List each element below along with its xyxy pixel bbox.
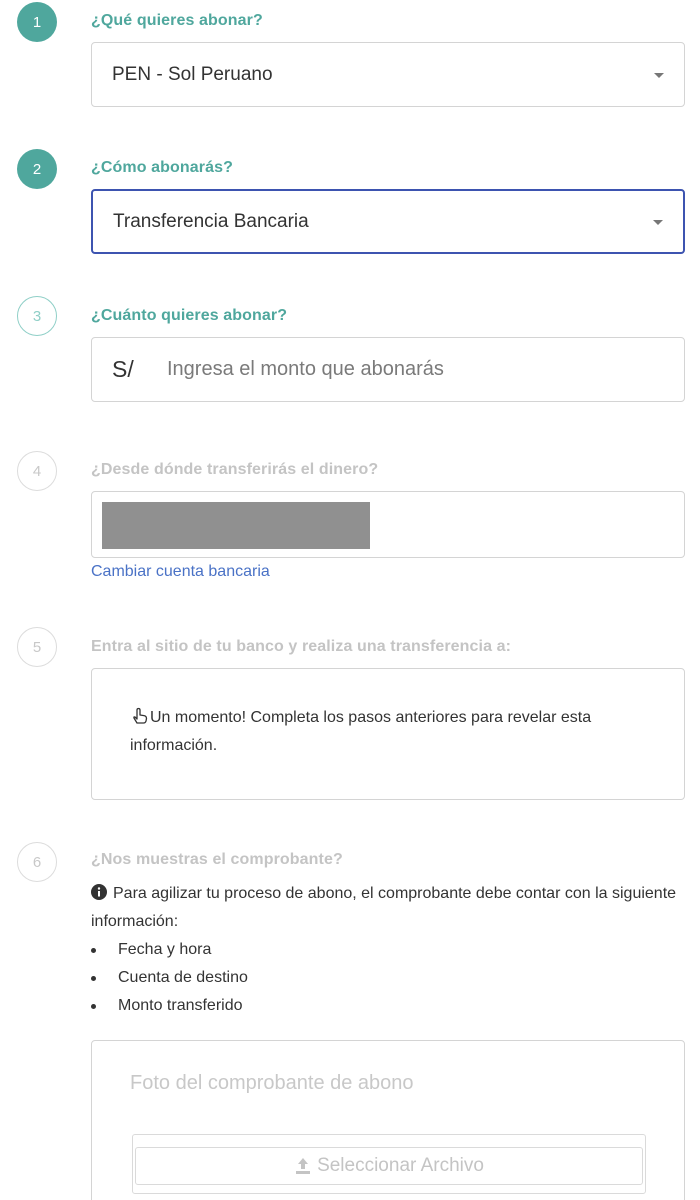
receipt-notice: Para agilizar tu proceso de abono, el co…	[91, 880, 681, 936]
deposit-form: 1 ¿Qué quieres abonar? PEN - Sol Peruano…	[0, 0, 700, 1200]
hand-pointer-icon	[133, 707, 148, 724]
info-circle-icon	[91, 884, 107, 900]
step-2-label: ¿Cómo abonarás?	[91, 159, 233, 176]
upload-label: Foto del comprobante de abono	[130, 1072, 414, 1094]
select-file-button-face[interactable]: Seleccionar Archivo	[135, 1147, 643, 1185]
change-bank-account-link[interactable]: Cambiar cuenta bancaria	[91, 563, 270, 581]
list-item: Fecha y hora	[91, 936, 248, 964]
step-1-number: 1	[32, 13, 42, 31]
step-5-label: Entra al sitio de tu banco y realiza una…	[91, 638, 512, 655]
currency-select[interactable]: PEN - Sol Peruano	[91, 42, 685, 107]
step-2-number: 2	[32, 160, 42, 178]
redacted-bank-account	[102, 502, 370, 549]
select-file-label: Seleccionar Archivo	[317, 1155, 484, 1176]
amount-field[interactable]: S/	[91, 337, 685, 402]
step-4-label: ¿Desde dónde transferirás el dinero?	[91, 461, 379, 478]
select-file-button[interactable]: Seleccionar Archivo	[132, 1134, 646, 1194]
step-3-badge: 3	[17, 296, 57, 336]
receipt-upload-box: Foto del comprobante de abono Selecciona…	[91, 1040, 685, 1200]
step-6-badge: 6	[17, 842, 57, 882]
step-4-badge: 4	[17, 451, 57, 491]
bank-account-display	[91, 491, 685, 558]
amount-input[interactable]	[167, 358, 647, 381]
currency-select-value: PEN - Sol Peruano	[112, 63, 273, 85]
step-3-label: ¿Cuánto quieres abonar?	[91, 307, 288, 324]
payment-method-select-value: Transferencia Bancaria	[113, 210, 309, 232]
step-1-label: ¿Qué quieres abonar?	[91, 12, 263, 29]
transfer-info-message: Un momento! Completa los pasos anteriore…	[130, 704, 660, 760]
currency-symbol: S/	[112, 356, 134, 382]
step-1-badge: 1	[17, 2, 57, 42]
step-5-number: 5	[32, 638, 42, 656]
step-5-badge: 5	[17, 627, 57, 667]
chevron-down-icon	[654, 72, 664, 78]
transfer-info-box: Un momento! Completa los pasos anteriore…	[91, 668, 685, 800]
transfer-info-text: Un momento! Completa los pasos anteriore…	[130, 709, 592, 754]
step-6-number: 6	[32, 853, 42, 871]
step-4-number: 4	[32, 462, 42, 480]
list-item: Monto transferido	[91, 992, 248, 1020]
step-2-badge: 2	[17, 149, 57, 189]
receipt-requirements-list: Fecha y hora Cuenta de destino Monto tra…	[91, 936, 248, 1020]
upload-icon	[296, 1158, 311, 1174]
chevron-down-icon	[653, 219, 663, 225]
receipt-notice-text: Para agilizar tu proceso de abono, el co…	[91, 885, 677, 930]
payment-method-select[interactable]: Transferencia Bancaria	[91, 189, 685, 254]
step-3-number: 3	[32, 307, 42, 325]
list-item: Cuenta de destino	[91, 964, 248, 992]
step-6-label: ¿Nos muestras el comprobante?	[91, 851, 343, 868]
